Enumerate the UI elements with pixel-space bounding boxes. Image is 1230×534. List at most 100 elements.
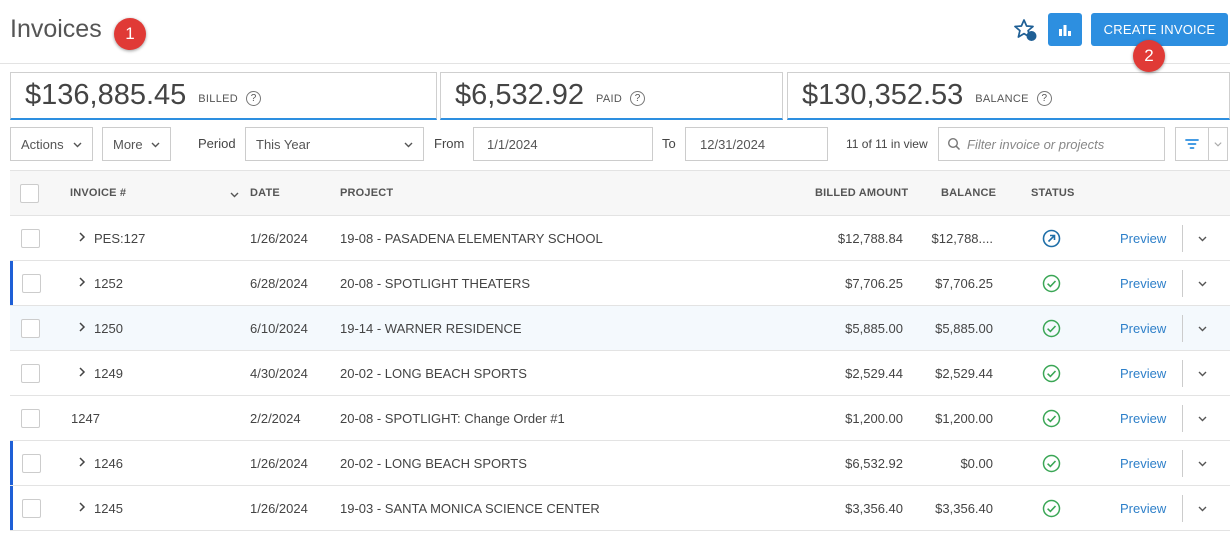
paid-amount: $6,532.92 — [455, 79, 585, 111]
more-dropdown[interactable]: More — [102, 127, 171, 161]
invoice-date: 2/2/2024 — [250, 411, 301, 426]
to-date-input[interactable]: 12/31/2024 — [685, 127, 828, 161]
help-icon[interactable]: ? — [246, 91, 261, 106]
table-row[interactable]: 1246 1/26/2024 20-02 - LONG BEACH SPORTS… — [10, 441, 1230, 486]
row-checkbox[interactable] — [21, 364, 40, 383]
chevron-right-icon[interactable] — [76, 455, 88, 469]
paid-summary: $6,532.92 PAID ? — [440, 72, 783, 120]
row-checkbox[interactable] — [21, 409, 40, 428]
chevron-right-icon[interactable] — [76, 275, 88, 289]
row-checkbox[interactable] — [22, 454, 41, 473]
step-marker-1: 1 — [114, 18, 146, 50]
preview-link[interactable]: Preview — [1120, 456, 1166, 471]
page-title: Invoices — [10, 15, 102, 43]
row-divider — [1182, 360, 1183, 387]
chevron-down-icon — [1214, 142, 1222, 147]
period-select[interactable]: This Year — [245, 127, 424, 161]
period-value: This Year — [256, 136, 311, 152]
invoice-date: 6/10/2024 — [250, 321, 308, 336]
row-checkbox[interactable] — [22, 274, 41, 293]
search-input[interactable]: Filter invoice or projects — [938, 127, 1165, 161]
balance-cell: $3,356.40 — [935, 501, 993, 516]
chevron-right-icon[interactable] — [76, 230, 88, 244]
row-checkbox[interactable] — [22, 499, 41, 518]
invoice-project: 20-08 - SPOTLIGHT THEATERS — [340, 276, 530, 291]
preview-link[interactable]: Preview — [1120, 276, 1166, 291]
invoice-number: 1252 — [94, 276, 123, 291]
invoice-project: 19-08 - PASADENA ELEMENTARY SCHOOL — [340, 231, 603, 246]
col-invoice[interactable]: INVOICE # — [70, 187, 126, 199]
from-date-input[interactable]: 1/1/2024 — [473, 127, 653, 161]
preview-link[interactable]: Preview — [1120, 321, 1166, 336]
row-checkbox[interactable] — [21, 319, 40, 338]
invoice-project: 20-02 - LONG BEACH SPORTS — [340, 366, 527, 381]
invoice-number: 1249 — [94, 366, 123, 381]
col-project[interactable]: PROJECT — [340, 187, 393, 199]
create-invoice-button[interactable]: CREATE INVOICE — [1091, 13, 1228, 46]
search-icon — [947, 137, 961, 151]
chevron-down-icon — [151, 142, 160, 148]
chevron-right-icon[interactable] — [76, 500, 88, 514]
billed-amount-cell: $3,356.40 — [845, 501, 903, 516]
from-label: From — [434, 136, 465, 151]
select-all-checkbox[interactable] — [20, 184, 39, 203]
table-row[interactable]: 1249 4/30/2024 20-02 - LONG BEACH SPORTS… — [10, 351, 1230, 396]
table-row[interactable]: 1245 1/26/2024 19-03 - SANTA MONICA SCIE… — [10, 486, 1230, 531]
preview-link[interactable]: Preview — [1120, 231, 1166, 246]
billed-amount-cell: $1,200.00 — [845, 411, 903, 426]
chevron-down-icon[interactable] — [1197, 458, 1208, 469]
actions-dropdown[interactable]: Actions — [10, 127, 93, 161]
chart-icon — [1059, 24, 1071, 36]
row-checkbox[interactable] — [21, 229, 40, 248]
billed-amount-cell: $12,788.84 — [837, 231, 903, 246]
page-header: Invoices 1 CREATE INVOICE — [0, 0, 1230, 64]
help-icon[interactable]: ? — [1036, 91, 1052, 106]
table-row[interactable]: 1250 6/10/2024 19-14 - WARNER RESIDENCE … — [10, 306, 1230, 351]
billed-amount: $136,885.45 — [25, 79, 187, 111]
chevron-down-icon — [73, 142, 82, 148]
table-row[interactable]: PES:127 1/26/2024 19-08 - PASADENA ELEME… — [10, 216, 1230, 261]
chevron-down-icon[interactable] — [1197, 323, 1208, 334]
col-billed[interactable]: BILLED AMOUNT — [815, 187, 908, 199]
preview-link[interactable]: Preview — [1120, 411, 1166, 426]
preview-link[interactable]: Preview — [1120, 501, 1166, 516]
from-date-value: 1/1/2024 — [487, 136, 538, 152]
billed-amount-cell: $7,706.25 — [845, 276, 903, 291]
table-header: INVOICE # DATE PROJECT BILLED AMOUNT BAL… — [10, 170, 1230, 216]
chevron-right-icon[interactable] — [76, 320, 88, 334]
balance-cell: $12,788.... — [931, 231, 993, 246]
check-circle-icon — [1042, 454, 1061, 473]
check-circle-icon — [1042, 274, 1061, 293]
balance-cell: $7,706.25 — [935, 276, 993, 291]
invoice-date: 1/26/2024 — [250, 456, 308, 471]
check-circle-icon — [1042, 499, 1061, 518]
chevron-down-icon[interactable] — [1197, 413, 1208, 424]
filter-dropdown[interactable] — [1209, 127, 1228, 161]
favorite-button[interactable] — [1012, 16, 1040, 44]
period-label: Period — [198, 136, 236, 151]
reports-button[interactable] — [1048, 13, 1082, 46]
invoice-table: INVOICE # DATE PROJECT BILLED AMOUNT BAL… — [10, 170, 1230, 531]
preview-link[interactable]: Preview — [1120, 366, 1166, 381]
balance-cell: $1,200.00 — [935, 411, 993, 426]
table-row[interactable]: 1247 2/2/2024 20-08 - SPOTLIGHT: Change … — [10, 396, 1230, 441]
col-date[interactable]: DATE — [250, 187, 280, 199]
step-marker-2: 2 — [1133, 40, 1165, 72]
table-row[interactable]: 1252 6/28/2024 20-08 - SPOTLIGHT THEATER… — [10, 261, 1230, 306]
chevron-down-icon[interactable] — [1197, 503, 1208, 514]
chevron-down-icon[interactable] — [1197, 278, 1208, 289]
chevron-down-icon[interactable] — [1197, 233, 1208, 244]
chevron-down-icon[interactable] — [1197, 368, 1208, 379]
chevron-down-icon[interactable] — [229, 189, 240, 200]
filter-icon — [1185, 139, 1199, 149]
col-status[interactable]: STATUS — [1031, 187, 1075, 199]
row-divider — [1182, 315, 1183, 342]
search-placeholder: Filter invoice or projects — [967, 136, 1105, 152]
col-balance[interactable]: BALANCE — [941, 187, 996, 199]
billed-amount-cell: $6,532.92 — [845, 456, 903, 471]
help-icon[interactable]: ? — [630, 91, 646, 106]
filter-button[interactable] — [1175, 127, 1209, 161]
chevron-right-icon[interactable] — [76, 365, 88, 379]
invoice-date: 1/26/2024 — [250, 501, 308, 516]
row-divider — [1182, 450, 1183, 477]
